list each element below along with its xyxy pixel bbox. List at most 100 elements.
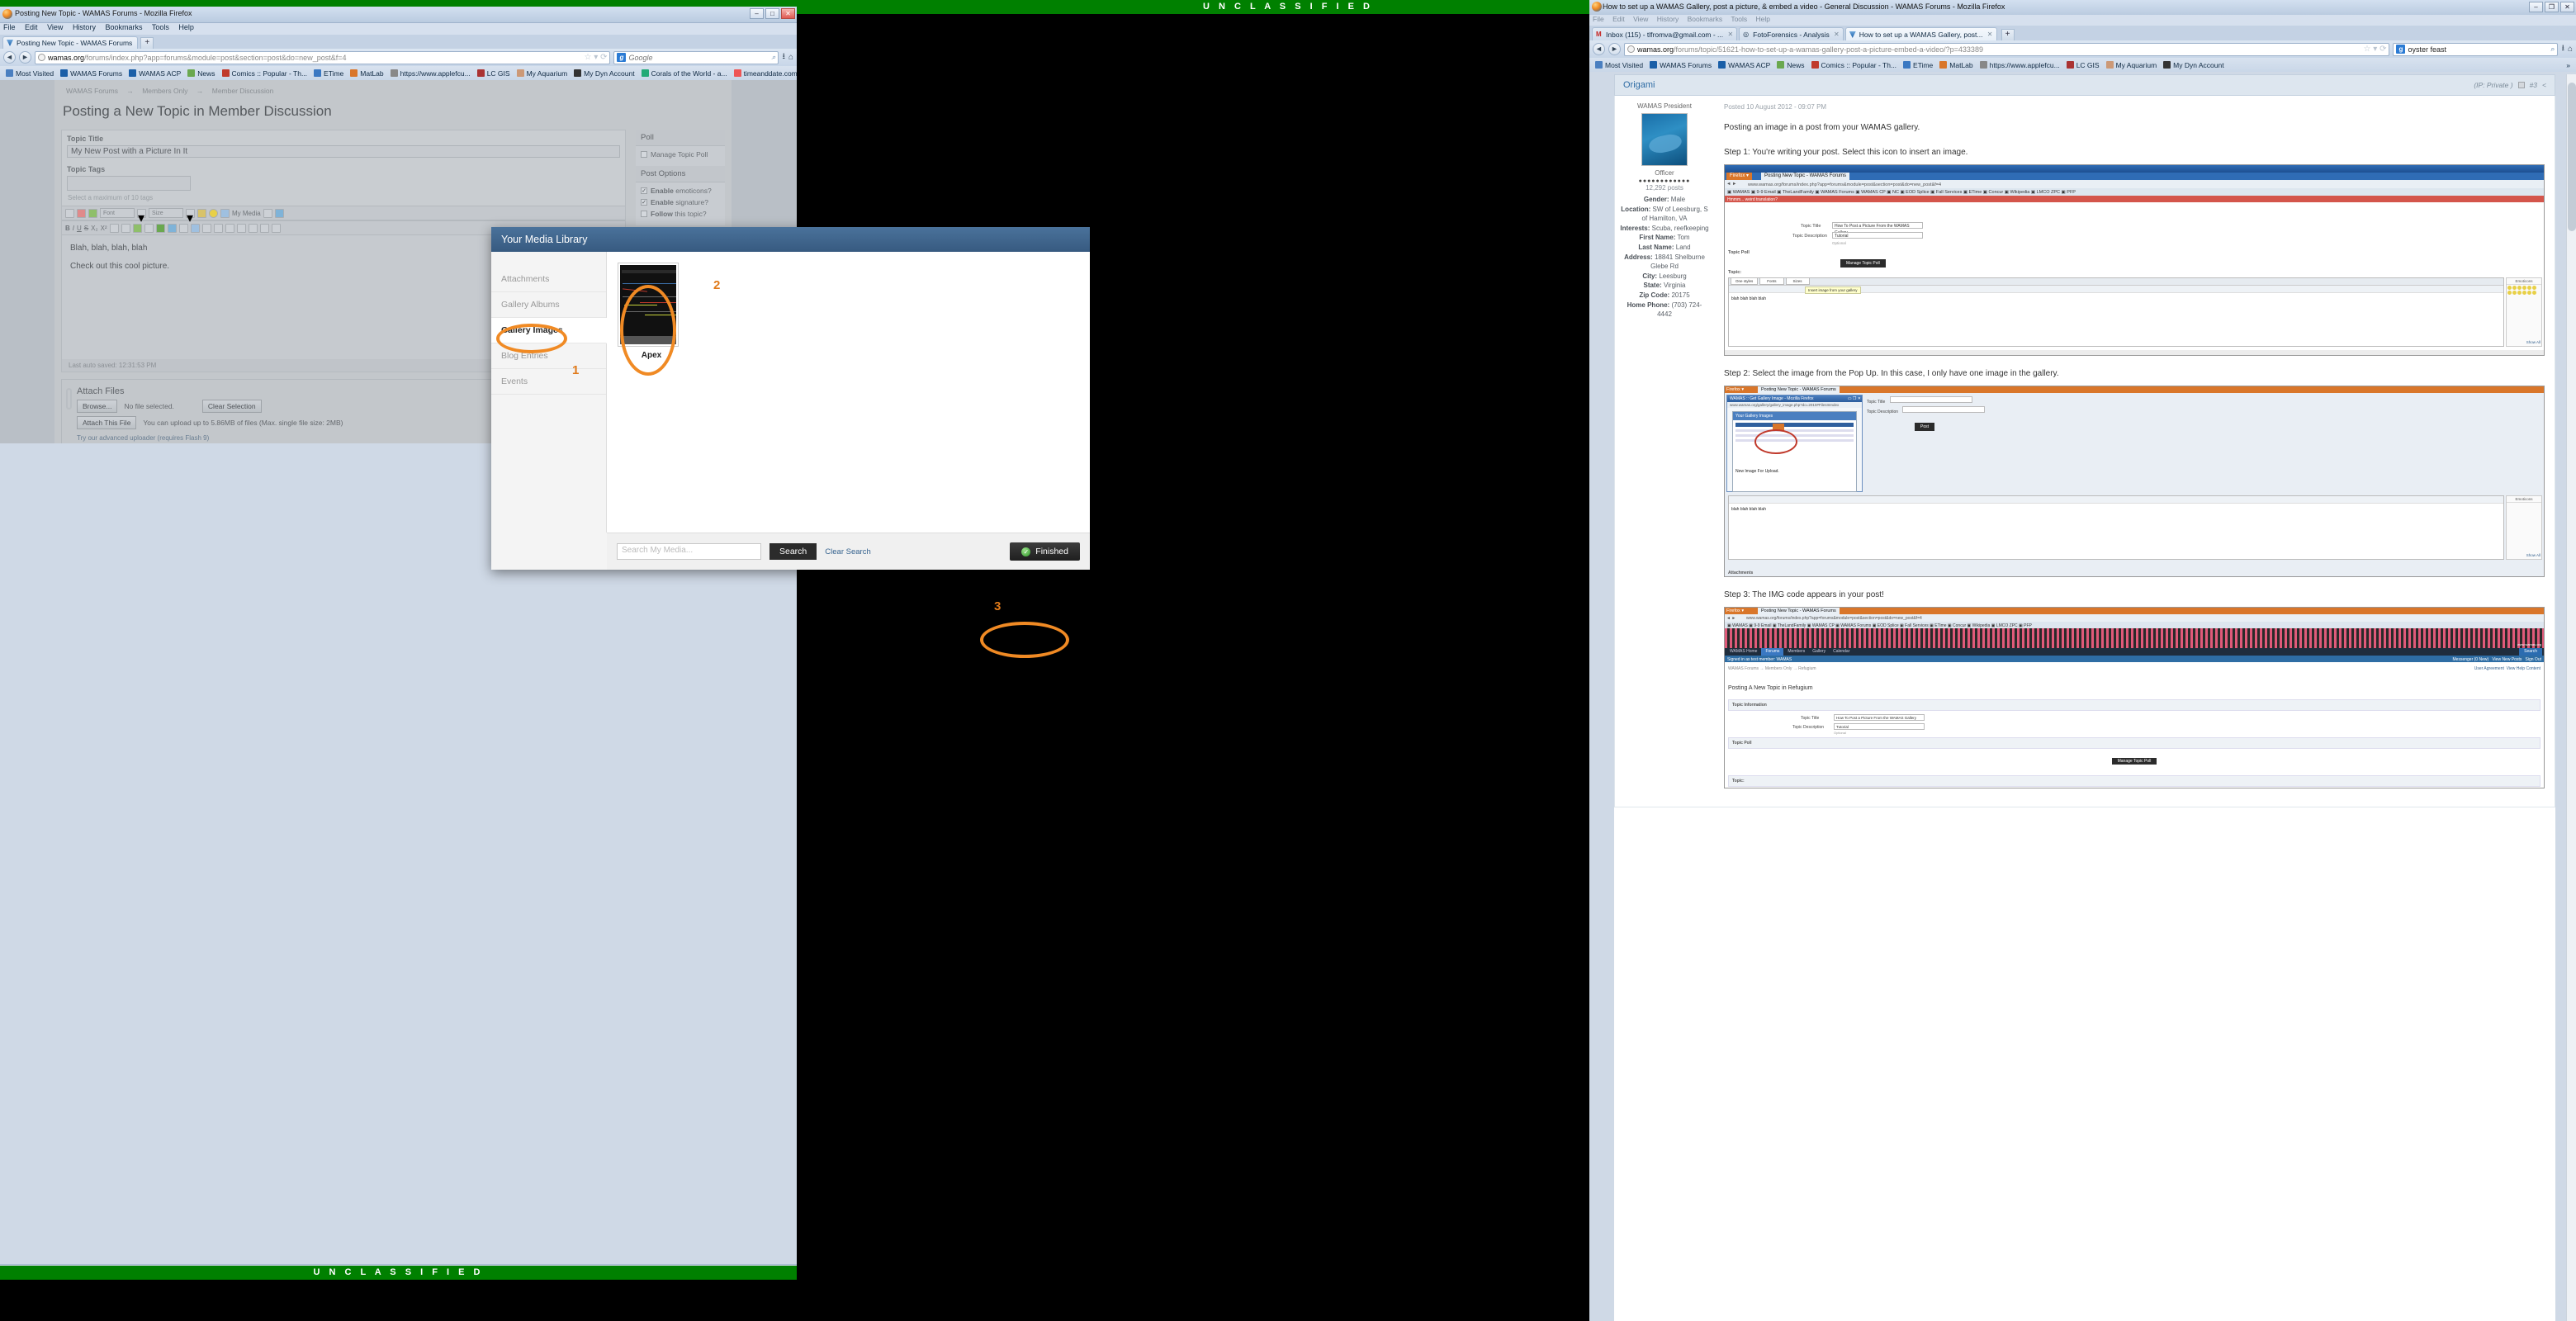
- attach-this-file-button[interactable]: Attach This File: [77, 416, 137, 429]
- minimize-button[interactable]: –: [750, 8, 764, 19]
- topic-title-input[interactable]: My New Post with a Picture In It: [67, 145, 620, 158]
- table-icon[interactable]: [88, 208, 97, 218]
- option-enable-emoticons[interactable]: ✓ Enable emoticons?: [641, 187, 720, 195]
- right-menubar[interactable]: File Edit View History Bookmarks Tools H…: [1589, 15, 2576, 26]
- right-window-controls[interactable]: – ❐ ✕: [2529, 2, 2574, 12]
- close-button[interactable]: ✕: [2560, 2, 2574, 12]
- text-color-icon[interactable]: [197, 208, 206, 218]
- bookmark-item[interactable]: ETime: [1900, 61, 1936, 69]
- downloads-icon[interactable]: ⭳: [2561, 42, 2564, 56]
- menu-bookmarks[interactable]: Bookmarks: [105, 23, 142, 31]
- menu-tools[interactable]: Tools: [152, 23, 169, 31]
- redo-icon[interactable]: [271, 223, 281, 233]
- menu-history[interactable]: History: [1657, 15, 1679, 23]
- my-media-label[interactable]: My Media: [232, 210, 261, 217]
- bookmark-item[interactable]: My Dyn Account: [571, 69, 637, 78]
- browser-tab-wamas-gallery[interactable]: How to set up a WAMAS Gallery, post... ✕: [1844, 27, 1997, 40]
- checkbox-enable-emoticons[interactable]: ✓: [641, 187, 647, 194]
- link-icon[interactable]: [263, 208, 272, 218]
- outdent-icon[interactable]: [248, 223, 258, 233]
- new-tab-button[interactable]: +: [2001, 29, 2015, 40]
- avatar[interactable]: [1641, 113, 1688, 166]
- left-menubar[interactable]: File Edit View History Bookmarks Tools H…: [0, 23, 797, 35]
- emoticon-icon[interactable]: [209, 208, 218, 218]
- insert-image-icon[interactable]: [155, 223, 165, 233]
- scrollbar-thumb[interactable]: [2568, 83, 2576, 231]
- align-left-icon[interactable]: [201, 223, 211, 233]
- font-select[interactable]: Font: [100, 208, 135, 218]
- search-bar[interactable]: g Google ⌕: [613, 50, 779, 64]
- bookmark-item[interactable]: WAMAS Forums: [1646, 61, 1715, 69]
- tab-close-icon[interactable]: ✕: [1987, 31, 1993, 38]
- tab-close-icon[interactable]: ✕: [1834, 31, 1840, 38]
- bookmark-item[interactable]: WAMAS Forums: [57, 69, 125, 78]
- close-button[interactable]: ✕: [781, 8, 795, 19]
- minimize-button[interactable]: –: [2529, 2, 2543, 12]
- downloads-icon[interactable]: ⭳: [782, 50, 785, 64]
- home-icon[interactable]: ⌂: [788, 53, 793, 62]
- left-window-controls[interactable]: – □ ✕: [750, 8, 795, 19]
- page-scrollbar[interactable]: [2566, 74, 2576, 1321]
- breadcrumb-item-0[interactable]: WAMAS Forums: [66, 87, 118, 95]
- bookmark-item[interactable]: https://www.applefcu...: [387, 69, 474, 78]
- nav-item-events[interactable]: Events: [491, 369, 606, 395]
- address-bar[interactable]: wamas.org /forums/index.php?app=forums&m…: [35, 50, 611, 64]
- option-follow-topic[interactable]: Follow this topic?: [641, 210, 720, 218]
- search-button[interactable]: Search: [769, 543, 817, 560]
- strikethrough-icon[interactable]: S: [84, 225, 88, 232]
- font-dropdown-icon[interactable]: ▾: [137, 208, 146, 225]
- finished-button[interactable]: ✓ Finished: [1010, 542, 1080, 561]
- search-input-value[interactable]: oyster feast: [2408, 45, 2446, 54]
- unlink-icon[interactable]: [144, 223, 154, 233]
- restore-button[interactable]: ❐: [2545, 2, 2559, 12]
- underline-icon[interactable]: U: [77, 225, 82, 232]
- bookmark-item[interactable]: ETime: [310, 69, 347, 78]
- bookmark-item[interactable]: https://www.applefcu...: [1977, 61, 2063, 69]
- menu-history[interactable]: History: [73, 23, 96, 31]
- menu-view[interactable]: View: [47, 23, 63, 31]
- clear-selection-button[interactable]: Clear Selection: [201, 400, 262, 413]
- quote-icon[interactable]: [178, 223, 188, 233]
- menu-view[interactable]: View: [1633, 15, 1648, 23]
- bookmark-item[interactable]: My Aquarium: [514, 69, 571, 78]
- manage-poll-row[interactable]: Manage Topic Poll: [641, 150, 720, 159]
- bookmark-star-icon[interactable]: ☆ ▾ ⟳: [585, 53, 608, 62]
- search-bar[interactable]: g oyster feast ⌕: [2393, 42, 2559, 56]
- tab-close-icon[interactable]: ✕: [1727, 31, 1733, 38]
- bookmarks-overflow-button[interactable]: »: [2566, 61, 2574, 69]
- source-icon[interactable]: [65, 208, 74, 218]
- my-media-icon[interactable]: [220, 208, 230, 218]
- align-center-icon[interactable]: [213, 223, 223, 233]
- numbered-list-icon[interactable]: [121, 223, 130, 233]
- bookmark-item[interactable]: My Aquarium: [2103, 61, 2161, 69]
- forward-button[interactable]: ►: [1608, 43, 1621, 55]
- nav-item-gallery-albums[interactable]: Gallery Albums: [491, 292, 606, 318]
- menu-bookmarks[interactable]: Bookmarks: [1688, 15, 1723, 23]
- menu-file[interactable]: File: [3, 23, 16, 31]
- topic-tags-input[interactable]: [67, 176, 191, 191]
- eraser-icon[interactable]: [77, 208, 86, 218]
- insert-link-icon[interactable]: [132, 223, 142, 233]
- superscript-icon[interactable]: X²: [101, 225, 107, 232]
- bookmark-item[interactable]: Most Visited: [1592, 61, 1646, 69]
- checkbox-enable-signature[interactable]: ✓: [641, 199, 647, 206]
- bookmark-item[interactable]: LC GIS: [474, 69, 514, 78]
- embedded-screenshot-1[interactable]: Firefox ▾ Posting New Topic - WAMAS Foru…: [1724, 163, 2545, 356]
- bookmark-item[interactable]: WAMAS ACP: [1715, 61, 1773, 69]
- bookmark-item[interactable]: Corals of the World - a...: [638, 69, 731, 78]
- media-search-input[interactable]: Search My Media...: [617, 543, 761, 560]
- special-icon[interactable]: [190, 223, 200, 233]
- indent-icon[interactable]: [236, 223, 246, 233]
- maximize-button[interactable]: □: [765, 8, 779, 19]
- bookmark-item[interactable]: Comics :: Popular - Th...: [219, 69, 310, 78]
- embedded-screenshot-2[interactable]: Firefox ▾ Posting New Topic - WAMAS Foru…: [1724, 385, 2545, 577]
- bookmark-item[interactable]: News: [1773, 61, 1807, 69]
- bookmark-item[interactable]: Most Visited: [2, 69, 57, 78]
- bookmark-item[interactable]: My Dyn Account: [2160, 61, 2227, 69]
- menu-edit[interactable]: Edit: [25, 23, 38, 31]
- bookmark-item[interactable]: Comics :: Popular - Th...: [1808, 61, 1900, 69]
- bookmark-item[interactable]: LC GIS: [2063, 61, 2103, 69]
- search-magnifier-icon[interactable]: ⌕: [2550, 45, 2555, 54]
- bold-icon[interactable]: B: [65, 225, 70, 232]
- menu-file[interactable]: File: [1593, 15, 1604, 23]
